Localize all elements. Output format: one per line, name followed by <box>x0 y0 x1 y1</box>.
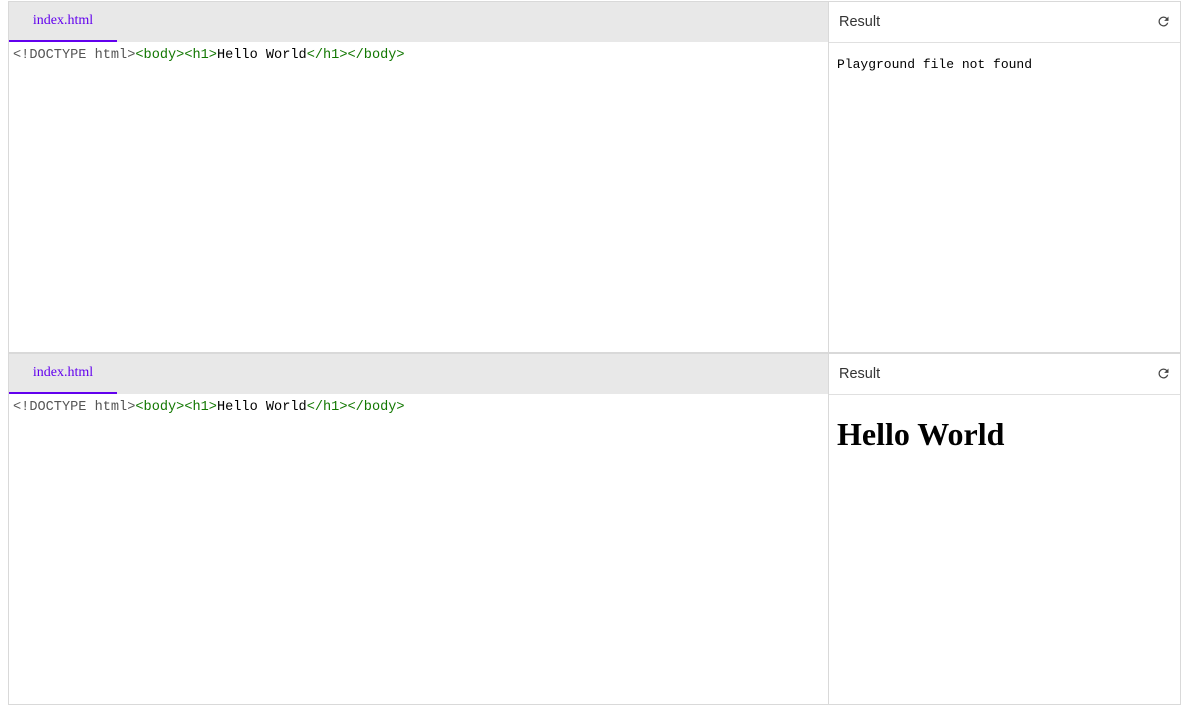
code-editor[interactable]: <!DOCTYPE html><body><h1>Hello World</h1… <box>9 394 828 704</box>
code-doctype: <!DOCTYPE html> <box>13 48 136 63</box>
result-heading: Hello World <box>837 416 1005 452</box>
tab-bar: index.html <box>9 2 828 42</box>
result-header: Result <box>829 2 1180 43</box>
playground-1: index.html <!DOCTYPE html><body><h1>Hell… <box>8 1 1181 353</box>
result-pane: Result Playground file not found <box>829 2 1180 352</box>
code-close-tags: </h1></body> <box>306 48 405 63</box>
result-body: Playground file not found <box>829 43 1180 352</box>
code-open-tags: <body><h1> <box>135 400 217 415</box>
tab-index-html[interactable]: index.html <box>9 2 117 42</box>
code-text: Hello World <box>216 48 307 63</box>
result-header: Result <box>829 354 1180 395</box>
playground-2: index.html <!DOCTYPE html><body><h1>Hell… <box>8 353 1181 705</box>
reload-icon[interactable] <box>1154 12 1172 30</box>
editor-pane: index.html <!DOCTYPE html><body><h1>Hell… <box>9 2 829 352</box>
code-doctype: <!DOCTYPE html> <box>13 400 136 415</box>
editor-pane: index.html <!DOCTYPE html><body><h1>Hell… <box>9 354 829 704</box>
tab-index-html[interactable]: index.html <box>9 354 117 394</box>
result-pane: Result Hello World <box>829 354 1180 704</box>
tab-bar: index.html <box>9 354 828 394</box>
reload-icon[interactable] <box>1154 364 1172 382</box>
result-title: Result <box>839 14 881 30</box>
code-editor[interactable]: <!DOCTYPE html><body><h1>Hello World</h1… <box>9 42 828 352</box>
code-text: Hello World <box>216 400 307 415</box>
result-message: Playground file not found <box>837 57 1033 72</box>
code-close-tags: </h1></body> <box>306 400 405 415</box>
code-open-tags: <body><h1> <box>135 48 217 63</box>
result-body: Hello World <box>829 395 1180 704</box>
result-title: Result <box>839 366 881 382</box>
